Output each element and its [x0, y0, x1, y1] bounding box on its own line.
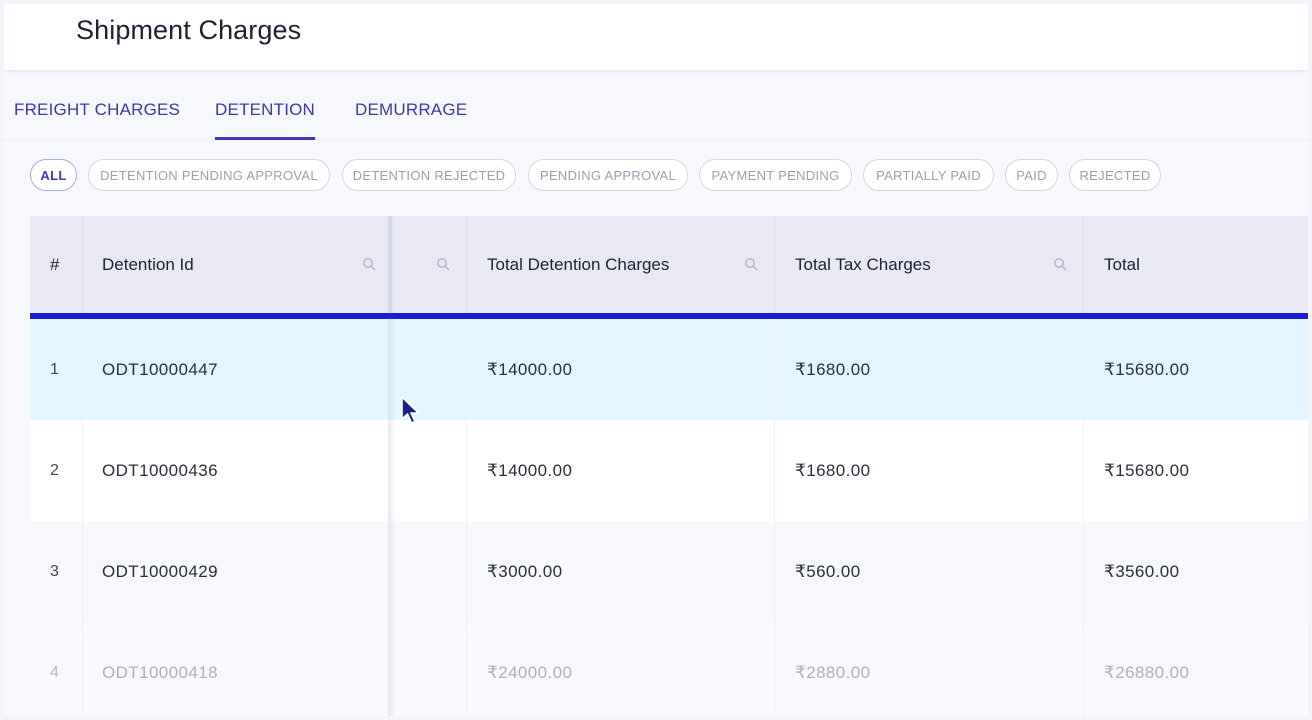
filter-chip-paid[interactable]: PAID	[1005, 159, 1058, 191]
app-frame: Shipment Charges FREIGHT CHARGES DETENTI…	[4, 4, 1308, 716]
search-icon[interactable]	[436, 257, 450, 271]
row-index: 2	[50, 461, 60, 479]
column-header-total-detention-charges: Total Detention Charges	[487, 254, 670, 274]
detention-charges-cell: ₹24000.00	[487, 662, 573, 682]
tax-charges-cell: ₹1680.00	[795, 460, 871, 480]
row-index: 4	[50, 663, 60, 681]
total-cell: ₹3560.00	[1104, 561, 1180, 581]
tab-detention[interactable]: DETENTION	[215, 100, 316, 140]
filter-chip-all[interactable]: ALL	[30, 159, 77, 191]
detention-table: # Detention Id Total Detention Charges T…	[30, 216, 1308, 716]
filter-chip-detention-pending-approval[interactable]: DETENTION PENDING APPROVAL	[88, 159, 330, 191]
search-icon[interactable]	[744, 257, 758, 271]
column-header-total-tax-charges: Total Tax Charges	[795, 254, 931, 274]
table-row[interactable]: 1 ODT10000447 ₹14000.00 ₹1680.00 ₹15680.…	[30, 319, 1308, 420]
detention-id-cell[interactable]: ODT10000429	[102, 521, 218, 622]
page-title: Shipment Charges	[76, 15, 302, 45]
total-cell: ₹15680.00	[1104, 359, 1190, 379]
column-header-index: #	[50, 254, 60, 274]
detention-charges-cell: ₹14000.00	[487, 460, 573, 480]
table-row[interactable]: 3 ODT10000429 ₹3000.00 ₹560.00 ₹3560.00	[30, 521, 1308, 622]
table-row[interactable]: 4 ODT10000418 ₹24000.00 ₹2880.00 ₹26880.…	[30, 622, 1308, 716]
total-cell: ₹15680.00	[1104, 460, 1190, 480]
page-header: Shipment Charges	[4, 4, 1308, 70]
tax-charges-cell: ₹560.00	[795, 561, 861, 581]
table-row[interactable]: 2 ODT10000436 ₹14000.00 ₹1680.00 ₹15680.…	[30, 420, 1308, 521]
detention-charges-cell: ₹3000.00	[487, 561, 563, 581]
tab-bar: FREIGHT CHARGES DETENTION DEMURRAGE	[4, 90, 1308, 140]
column-header-total: Total	[1104, 254, 1140, 274]
filter-chip-rejected[interactable]: REJECTED	[1069, 159, 1161, 191]
detention-id-cell[interactable]: ODT10000418	[102, 622, 218, 716]
detention-id-cell[interactable]: ODT10000447	[102, 319, 218, 420]
tax-charges-cell: ₹1680.00	[795, 359, 871, 379]
search-icon[interactable]	[1053, 257, 1067, 271]
filter-chip-payment-pending[interactable]: PAYMENT PENDING	[699, 159, 852, 191]
sticky-column-shadow	[388, 216, 396, 716]
row-index: 1	[50, 360, 60, 378]
tab-freight-charges[interactable]: FREIGHT CHARGES	[14, 100, 180, 120]
row-index: 3	[50, 562, 60, 580]
tab-demurrage[interactable]: DEMURRAGE	[355, 100, 467, 120]
detention-id-cell[interactable]: ODT10000436	[102, 420, 218, 521]
filter-chip-pending-approval[interactable]: PENDING APPROVAL	[528, 159, 688, 191]
table-header: # Detention Id Total Detention Charges T…	[30, 216, 1308, 313]
tax-charges-cell: ₹2880.00	[795, 662, 871, 682]
cursor-arrow-icon	[401, 396, 420, 424]
column-header-detention-id: Detention Id	[102, 254, 194, 274]
filter-chip-detention-rejected[interactable]: DETENTION REJECTED	[342, 159, 516, 191]
search-icon[interactable]	[362, 257, 376, 271]
detention-charges-cell: ₹14000.00	[487, 359, 573, 379]
filter-chip-partially-paid[interactable]: PARTIALLY PAID	[863, 159, 994, 191]
total-cell: ₹26880.00	[1104, 662, 1190, 682]
